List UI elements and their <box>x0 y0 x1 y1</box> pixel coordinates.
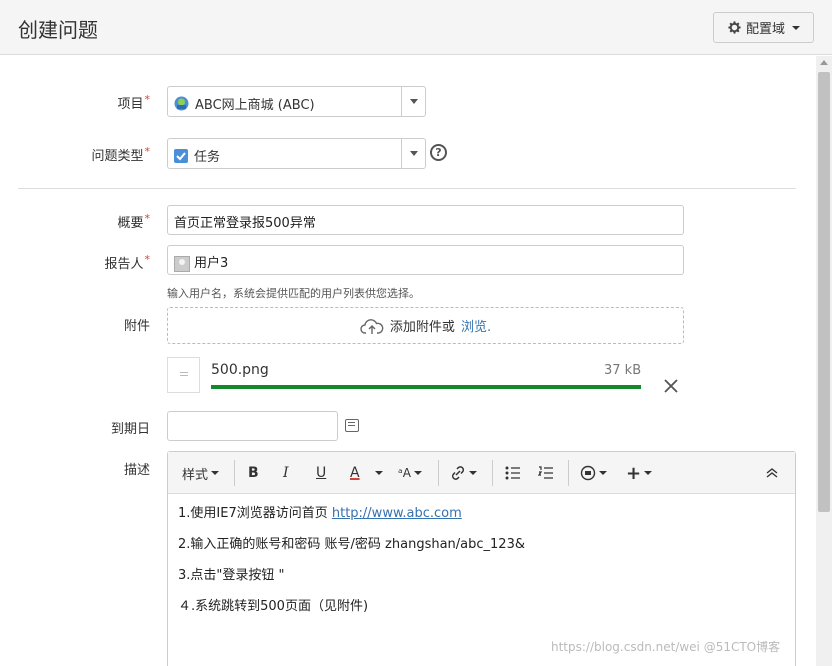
section-divider <box>18 188 796 189</box>
style-dropdown[interactable]: 样式 <box>182 463 220 483</box>
description-link[interactable]: http://www.abc.com <box>332 506 462 521</box>
summary-label: 概要* <box>117 212 151 231</box>
toolbar-separator <box>438 460 439 486</box>
text-size-icon[interactable]: ᵃA <box>398 463 422 483</box>
project-avatar-icon <box>174 96 189 111</box>
insert-emoticon-icon[interactable] <box>580 463 607 483</box>
reporter-hint: 输入用户名，系统会提供匹配的用户列表供您选择。 <box>167 287 420 300</box>
required-marker: * <box>144 212 151 225</box>
chevron-down-icon <box>375 471 383 475</box>
required-marker: * <box>144 145 151 158</box>
issue-type-label: 问题类型* <box>91 145 151 164</box>
chevron-down-icon <box>644 471 653 475</box>
upload-progress-bar <box>211 385 641 389</box>
text-color-icon[interactable]: A <box>350 463 360 483</box>
dialog-title: 创建问题 <box>18 18 98 42</box>
gear-icon <box>728 21 741 34</box>
user-avatar-icon <box>174 255 190 272</box>
description-line: 1.使用IE7浏览器访问首页 http://www.abc.com <box>178 506 462 521</box>
task-checkbox-icon <box>174 148 188 163</box>
configure-fields-button[interactable]: 配置域 <box>713 12 814 43</box>
reporter-value: 用户3 <box>194 256 229 271</box>
link-icon[interactable] <box>450 463 477 483</box>
file-name: 500.png <box>211 362 269 378</box>
italic-icon[interactable]: I <box>283 463 289 483</box>
vertical-scrollbar[interactable] <box>816 56 832 666</box>
browse-link[interactable]: 浏览. <box>461 316 491 335</box>
bullet-list-icon[interactable] <box>505 463 521 483</box>
chevron-down-icon <box>599 471 607 475</box>
description-label: 描述 <box>123 463 150 478</box>
issue-type-dropdown-toggle[interactable] <box>401 139 425 168</box>
required-marker: * <box>144 253 151 266</box>
caret-down-icon <box>409 151 418 156</box>
configure-fields-label: 配置域 <box>745 22 785 37</box>
help-icon[interactable]: ? <box>430 144 447 161</box>
chevron-down-icon <box>211 471 220 475</box>
cloud-upload-icon <box>360 318 384 334</box>
collapse-toolbar-icon[interactable] <box>766 463 778 483</box>
toolbar-separator <box>492 460 493 486</box>
project-select[interactable]: ABC网上商城 (ABC) <box>167 86 426 117</box>
file-thumbnail-icon <box>167 357 200 393</box>
description-line: 3.点击"登录按钮 " <box>178 568 285 583</box>
upload-progress-fill <box>211 385 641 389</box>
toolbar-separator <box>568 460 569 486</box>
due-date-input[interactable] <box>167 411 338 441</box>
summary-input[interactable]: 首页正常登录报500异常 <box>167 205 684 235</box>
numbered-list-icon[interactable] <box>538 463 554 483</box>
chevron-down-icon <box>413 471 422 475</box>
calendar-icon[interactable] <box>345 419 359 432</box>
scroll-up-icon[interactable] <box>820 60 828 65</box>
issue-type-select[interactable]: 任务 <box>167 138 426 169</box>
project-value: ABC网上商城 (ABC) <box>195 98 315 113</box>
issue-type-value: 任务 <box>194 150 221 165</box>
description-content[interactable]: 1.使用IE7浏览器访问首页 http://www.abc.com 2.输入正确… <box>178 504 525 628</box>
description-line: 2.输入正确的账号和密码 账号/密码 zhangshan/abc_123& <box>178 537 525 552</box>
text-color-dropdown[interactable] <box>372 463 383 483</box>
chevron-down-icon <box>792 25 800 30</box>
project-dropdown-toggle[interactable] <box>401 87 425 116</box>
style-label: 样式 <box>182 467 209 483</box>
reporter-label: 报告人* <box>104 253 151 272</box>
scrollbar-thumb[interactable] <box>818 72 830 512</box>
description-line: ４.系统跳转到500页面（见附件) <box>178 599 369 614</box>
attachment-label: 附件 <box>123 319 150 334</box>
dialog-header: 创建问题 配置域 <box>0 0 832 55</box>
file-size: 37 kB <box>604 363 642 378</box>
due-date-label: 到期日 <box>110 422 150 437</box>
caret-down-icon <box>409 99 418 104</box>
required-marker: * <box>144 93 151 106</box>
toolbar-separator <box>234 460 235 486</box>
description-editor[interactable]: 样式 B I U A ᵃA + 1.使用IE7浏览器访问首页 http://ww… <box>167 451 796 666</box>
project-label: 项目* <box>117 93 151 112</box>
watermark: https://blog.csdn.net/wei @51CTO博客 <box>551 640 781 654</box>
attachment-dropzone[interactable]: 添加附件或 浏览. <box>167 307 684 344</box>
remove-attachment-icon[interactable] <box>662 377 680 395</box>
insert-more-icon[interactable]: + <box>626 463 653 484</box>
chevron-down-icon <box>469 471 477 475</box>
reporter-input[interactable]: 用户3 <box>167 245 684 275</box>
underline-icon[interactable]: U <box>316 463 326 483</box>
editor-toolbar: 样式 B I U A ᵃA + <box>168 452 795 494</box>
bold-icon[interactable]: B <box>248 463 259 483</box>
dropzone-text: 添加附件或 <box>389 320 455 335</box>
